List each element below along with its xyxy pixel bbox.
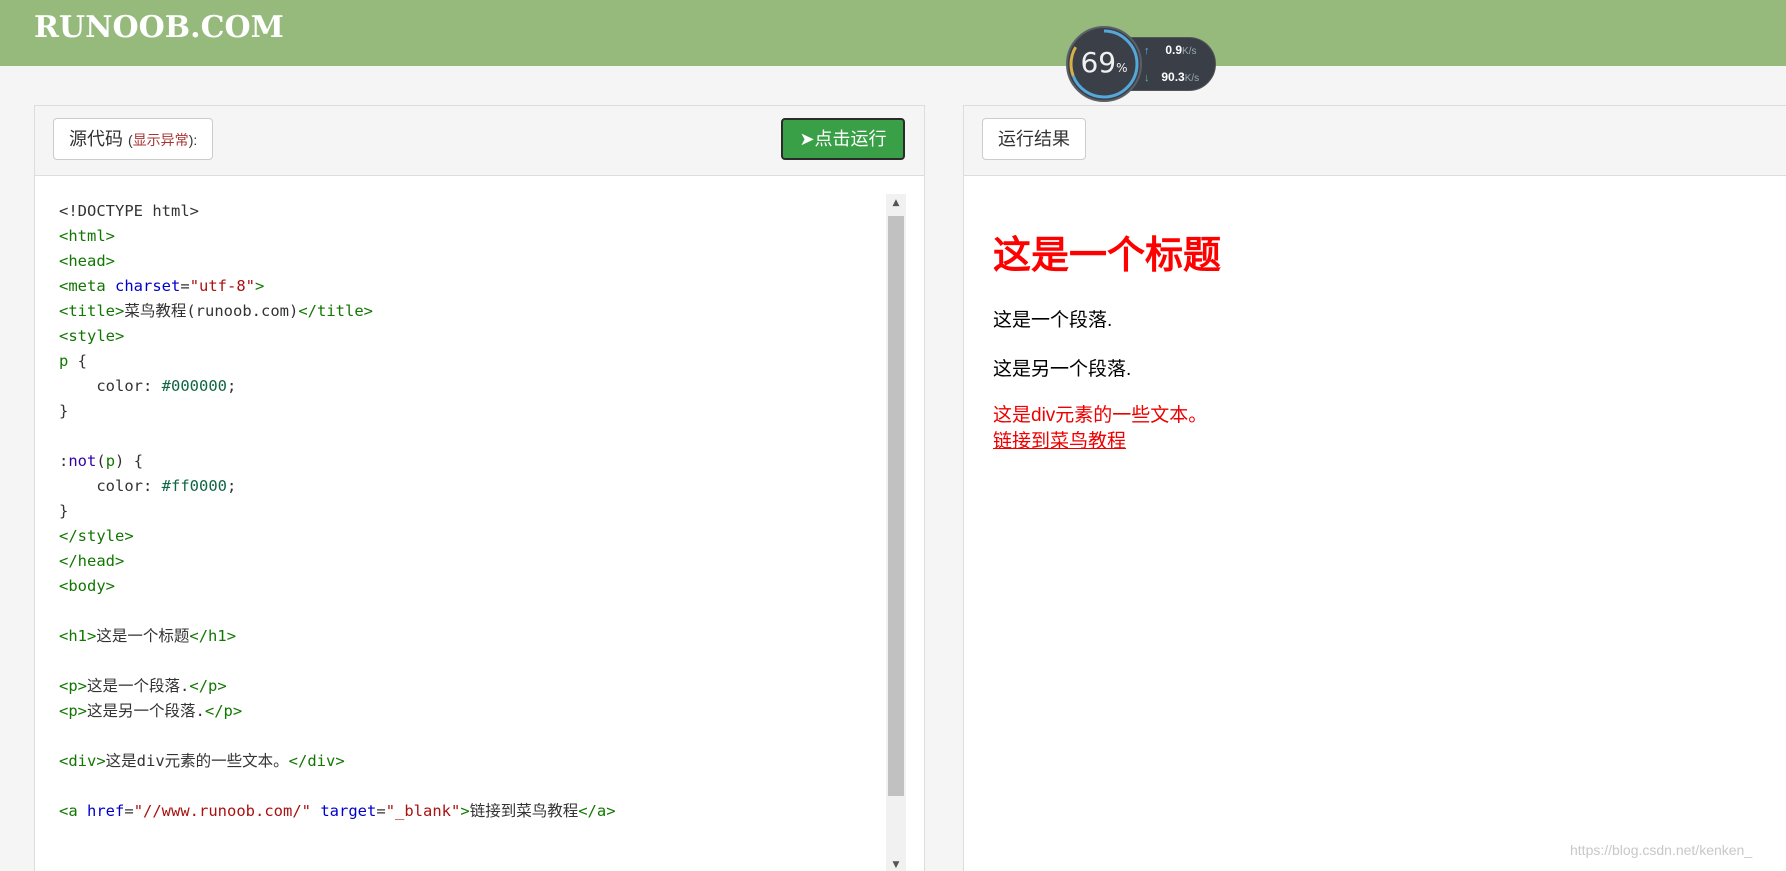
result-link[interactable]: 链接到菜鸟教程 — [993, 431, 1126, 452]
result-tab[interactable]: 运行结果 — [982, 118, 1086, 160]
result-paragraph-2: 这是另一个段落. — [993, 359, 1132, 380]
network-speed-widget[interactable]: 69% ↑ 0.9K/s ↓ 90.3K/s — [1066, 26, 1216, 102]
source-code-panel: 源代码 (显示异常): ➤点击运行 <!DOCTYPE html> <html> <… — [34, 105, 925, 871]
run-button[interactable]: ➤点击运行 — [781, 118, 905, 160]
result-panel: 运行结果 这是一个标题 这是一个段落. 这是另一个段落. 这是div元素的一些文… — [963, 105, 1786, 871]
code-line: } — [59, 502, 69, 520]
memory-percent: 69% — [1080, 46, 1128, 79]
source-code-tab[interactable]: 源代码 (显示异常): — [53, 118, 214, 160]
result-div-text: 这是div元素的一些文本。 — [993, 405, 1208, 426]
code-line: <div>这是div元素的一些文本。</div> — [59, 752, 345, 770]
code-line: <p>这是另一个段落.</p> — [59, 702, 243, 720]
send-icon: ➤ — [799, 129, 815, 149]
result-panel-header: 运行结果 — [964, 106, 1786, 176]
code-line: <html> — [59, 227, 116, 245]
code-line: <h1>这是一个标题</h1> — [59, 627, 237, 645]
code-editor[interactable]: <!DOCTYPE html> <html> <head> <meta charset… — [59, 199, 616, 824]
code-line: :not(p) { — [59, 452, 144, 470]
scroll-down-icon[interactable]: ▼ — [886, 856, 906, 871]
code-line: color: #000000; — [59, 377, 237, 395]
code-line: <meta charset="utf-8"> — [59, 277, 265, 295]
code-line: </head> — [59, 552, 125, 570]
code-line: </style> — [59, 527, 134, 545]
show-error-note: (显示异常): — [128, 132, 198, 148]
watermark: https://blog.csdn.net/kenken_ — [1570, 842, 1753, 858]
code-line: p { — [59, 352, 88, 370]
scroll-thumb[interactable] — [888, 216, 904, 796]
show-error-link[interactable]: 显示异常 — [133, 132, 189, 148]
upload-speed: ↑ 0.9K/s — [1144, 43, 1197, 57]
top-header: RUNOOB.COM — [0, 0, 1786, 66]
code-line: <body> — [59, 577, 116, 595]
code-line: <style> — [59, 327, 125, 345]
code-line: <a href="//www.runoob.com/" target="_bla… — [59, 802, 616, 820]
code-line: <!DOCTYPE html> — [59, 202, 199, 220]
download-speed: ↓ 90.3K/s — [1144, 70, 1200, 84]
code-line: <title>菜鸟教程(runoob.com)</title> — [59, 302, 373, 320]
code-scrollbar[interactable]: ▲ ▼ — [886, 194, 906, 871]
code-line: <head> — [59, 252, 116, 270]
result-output: 这是一个标题 这是一个段落. 这是另一个段落. 这是div元素的一些文本。 链接… — [993, 224, 1221, 455]
site-logo[interactable]: RUNOOB.COM — [34, 10, 284, 45]
upload-arrow-icon: ↑ — [1144, 45, 1150, 57]
result-paragraph-1: 这是一个段落. — [993, 310, 1113, 331]
code-line: color: #ff0000; — [59, 477, 237, 495]
code-line: <p>这是一个段落.</p> — [59, 677, 227, 695]
result-heading: 这是一个标题 — [993, 233, 1222, 277]
code-line: } — [59, 402, 69, 420]
scroll-up-icon[interactable]: ▲ — [886, 194, 906, 212]
download-arrow-icon: ↓ — [1144, 72, 1150, 84]
source-panel-header: 源代码 (显示异常): ➤点击运行 — [35, 106, 924, 176]
